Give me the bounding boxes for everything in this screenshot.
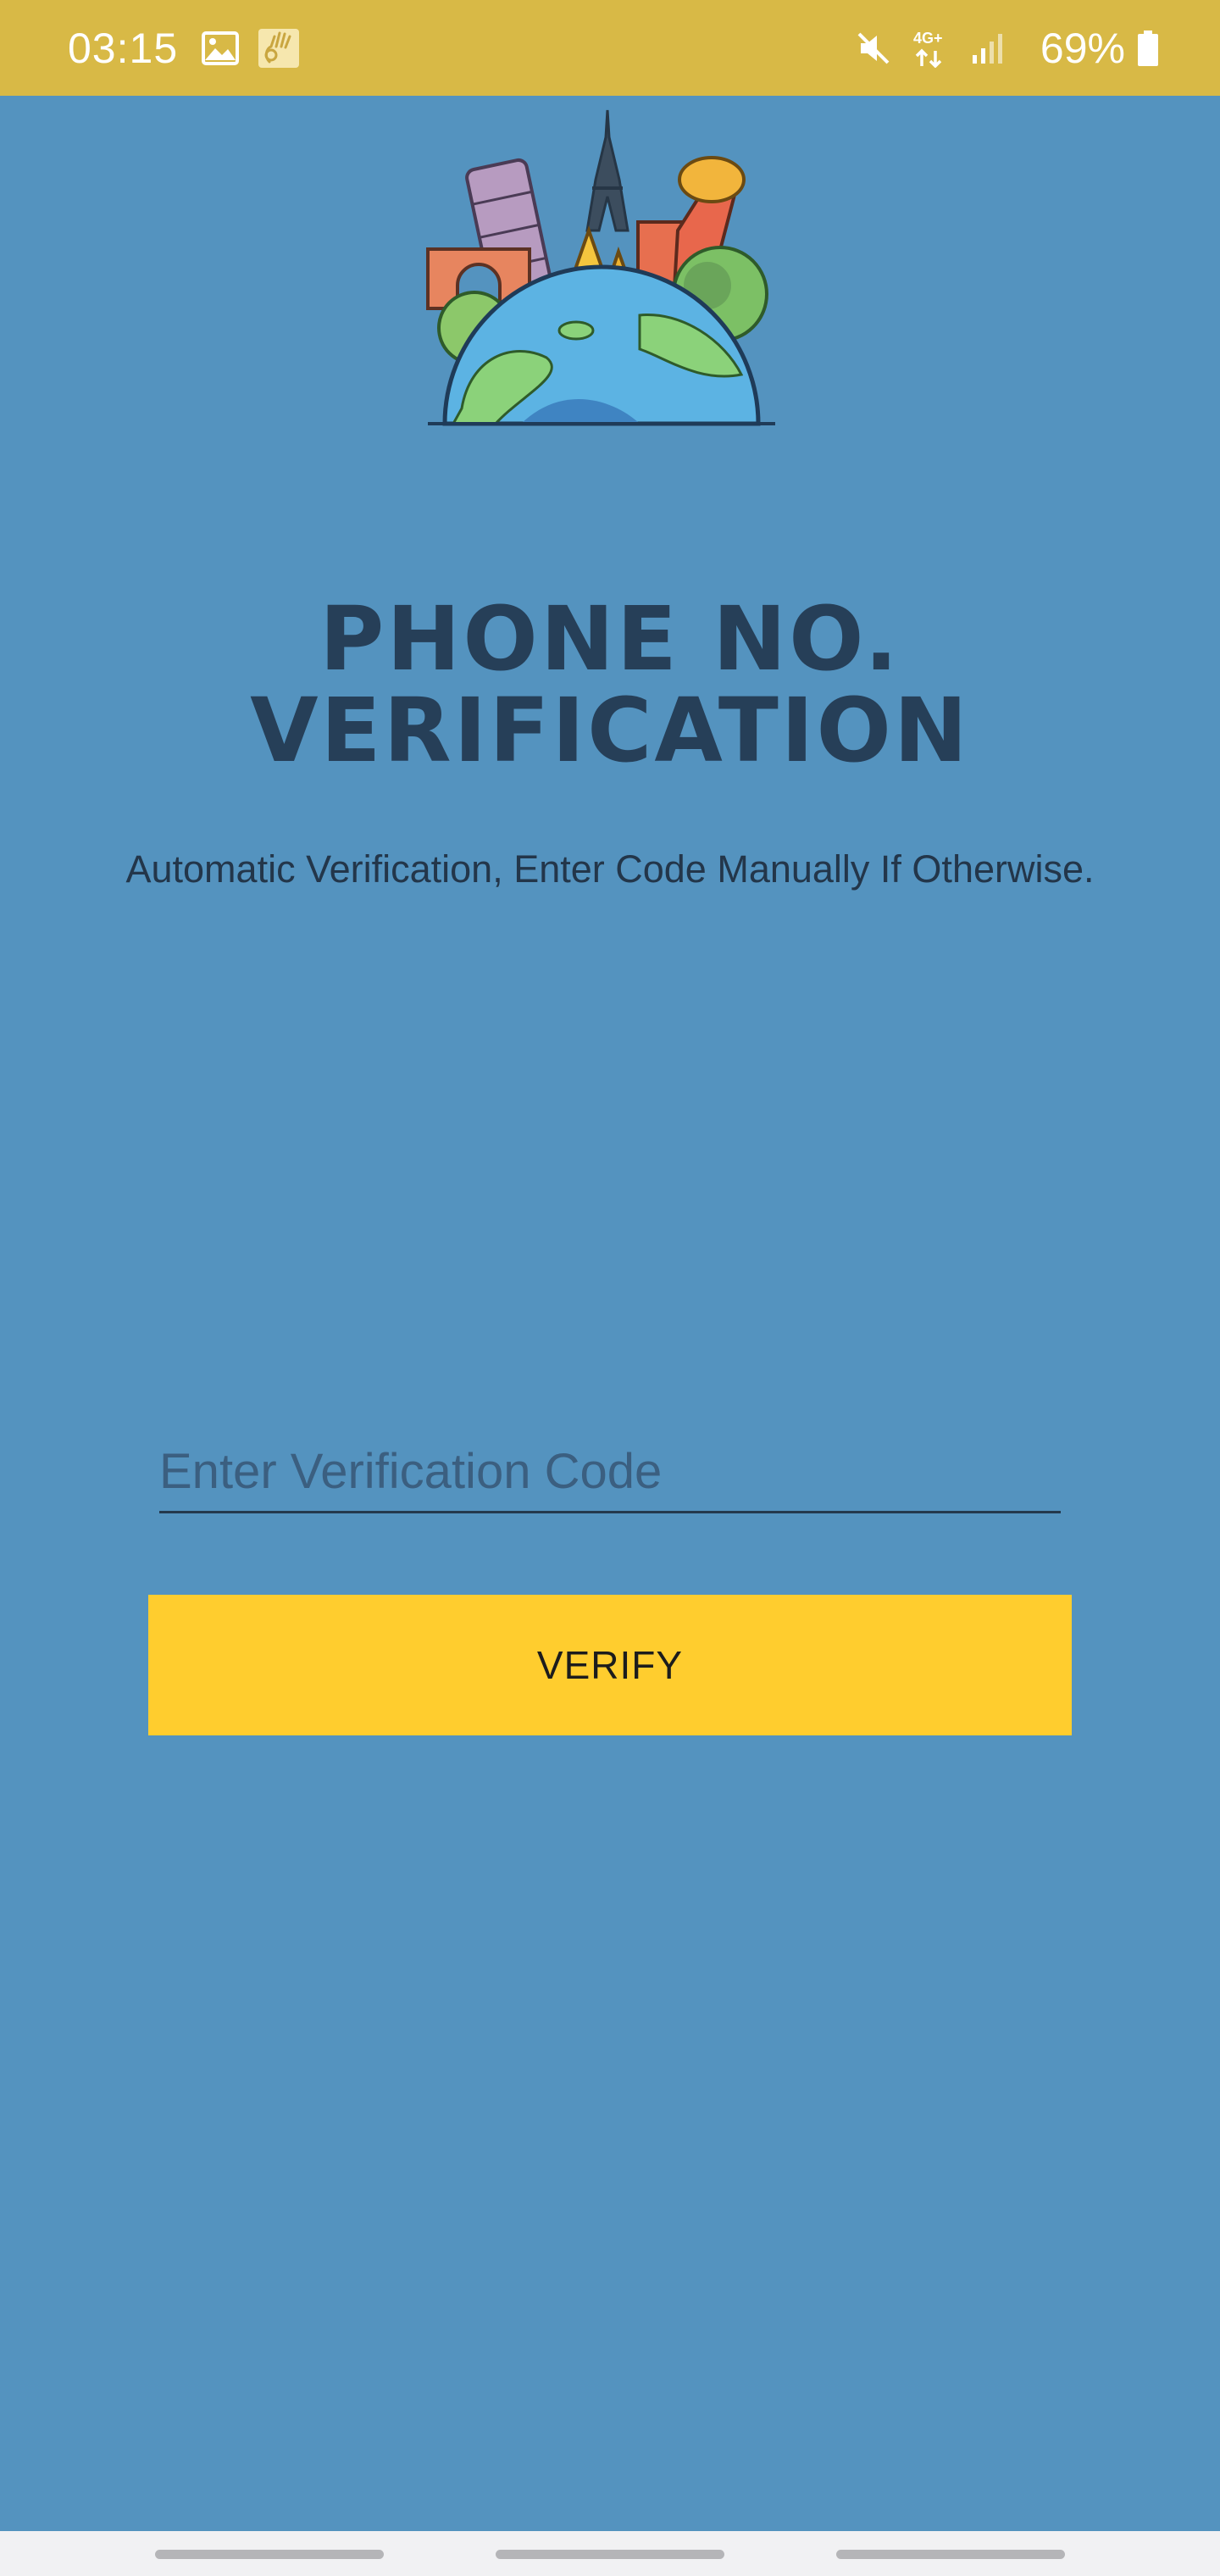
image-icon <box>202 31 240 65</box>
battery-icon <box>1137 30 1159 67</box>
status-time: 03:15 <box>68 24 179 72</box>
sign-language-icon <box>258 28 300 69</box>
title-line-2: VERIFICATION <box>250 679 970 782</box>
network-label: 4G+ <box>913 30 943 47</box>
back-button[interactable] <box>836 2550 1065 2559</box>
status-bar-left: 03:15 <box>68 24 319 73</box>
instruction-text: Automatic Verification, Enter Code Manua… <box>125 847 1095 891</box>
navigation-bar <box>0 2531 1220 2576</box>
world-landmarks-illustration <box>419 103 784 434</box>
recents-button[interactable] <box>155 2550 384 2559</box>
page-title: PHONE NO. VERIFICATION <box>0 593 1220 776</box>
verification-code-field[interactable] <box>159 1432 1061 1513</box>
status-bar: 03:15 4G+ 69% <box>0 0 1220 96</box>
battery-percent: 69% <box>1040 24 1125 72</box>
verify-button[interactable]: VERIFY <box>148 1595 1072 1735</box>
verification-code-input[interactable] <box>159 1432 1061 1510</box>
signal-icon <box>971 31 1005 65</box>
home-button[interactable] <box>496 2550 724 2559</box>
title-line-1: PHONE NO. <box>319 587 901 691</box>
4g-data-icon: 4G+ <box>912 29 952 68</box>
mute-icon <box>854 29 893 68</box>
status-bar-right: 4G+ 69% <box>854 24 1159 73</box>
